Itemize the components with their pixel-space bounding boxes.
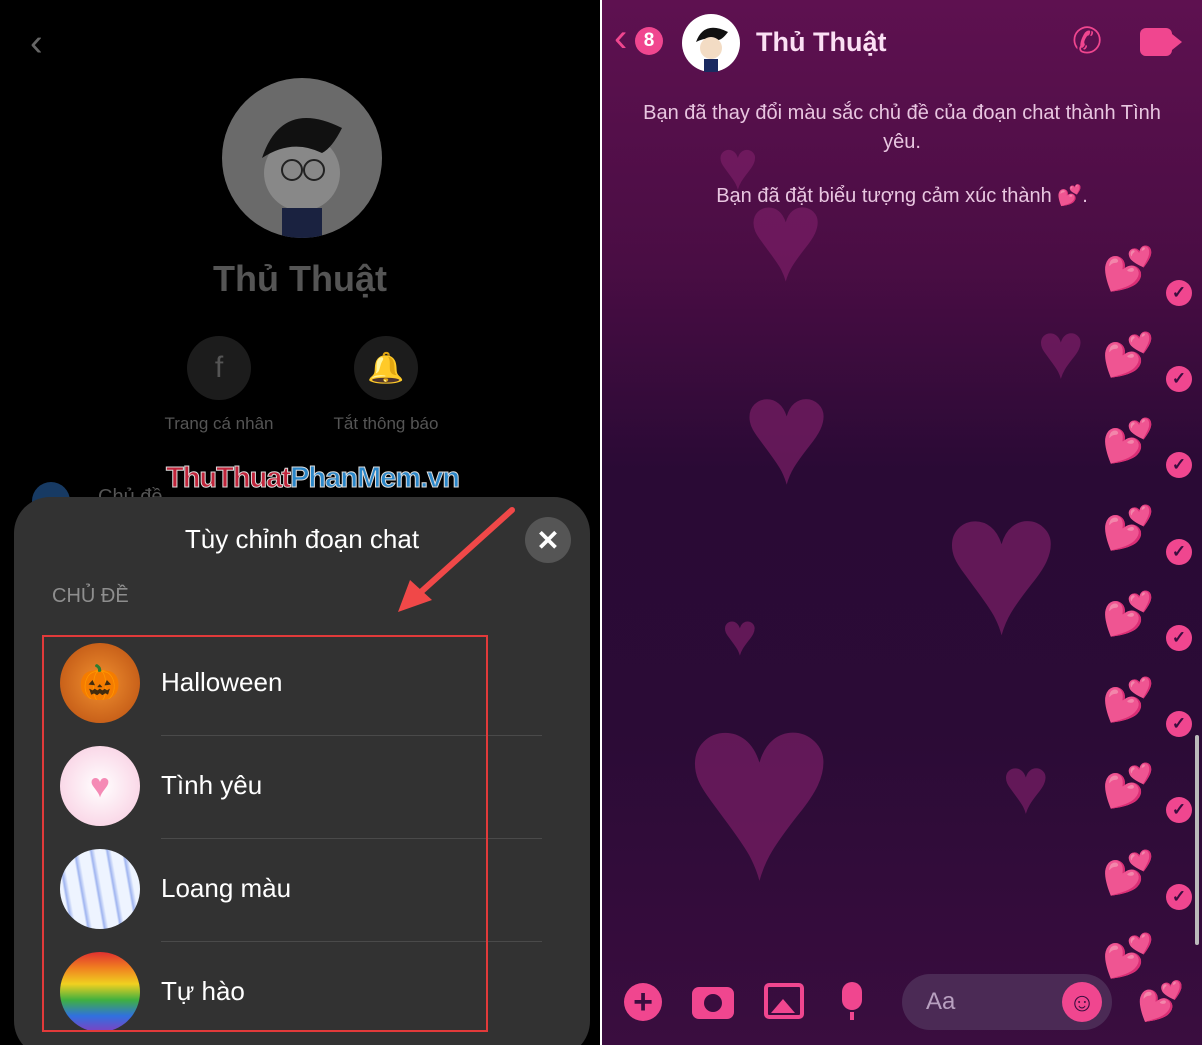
message-input[interactable]: Aa ☺ xyxy=(902,974,1112,1030)
read-check-icon: ✓ xyxy=(1166,625,1192,651)
chevron-left-icon[interactable]: ‹ xyxy=(30,22,43,65)
video-call-icon[interactable] xyxy=(1140,28,1182,56)
hearts-message[interactable]: 💕 xyxy=(1102,248,1154,290)
scrollbar[interactable] xyxy=(1195,735,1199,945)
bell-icon: 🔔 xyxy=(354,336,418,400)
hearts-message[interactable]: 💕 xyxy=(1102,852,1154,894)
facebook-icon: f xyxy=(187,336,251,400)
section-header: CHỦ ĐỀ xyxy=(52,585,129,607)
image-icon[interactable] xyxy=(764,983,804,1019)
mute-label: Tắt thông báo xyxy=(333,414,439,433)
camera-icon[interactable] xyxy=(692,987,734,1019)
annotation-arrow xyxy=(398,507,515,612)
unread-badge: 8 xyxy=(635,27,663,55)
phone-icon[interactable]: ✆ xyxy=(1072,20,1102,62)
hearts-message[interactable]: 💕 xyxy=(1102,420,1154,462)
read-check-icon: ✓ xyxy=(1166,366,1192,392)
read-check-icon: ✓ xyxy=(1166,452,1192,478)
contact-avatar[interactable] xyxy=(682,14,740,72)
hearts-message[interactable]: 💕 xyxy=(1102,679,1154,721)
microphone-icon[interactable] xyxy=(842,982,862,1020)
read-check-icon: ✓ xyxy=(1166,884,1192,910)
hearts-message[interactable]: 💕 xyxy=(1102,593,1154,635)
read-check-icon: ✓ xyxy=(1166,280,1192,306)
profile-button[interactable]: f Trang cá nhân xyxy=(159,336,279,434)
profile-panel: ‹ Thủ Thuật f Trang cá nhân 🔔 Tắt thông bá… xyxy=(0,0,600,1045)
plus-icon[interactable]: + xyxy=(624,983,662,1021)
hearts-message[interactable]: 💕 xyxy=(1102,507,1154,549)
annotation-highlight-box xyxy=(42,635,488,1032)
hearts-message[interactable]: 💕 xyxy=(1102,935,1154,977)
watermark-logo: ThuThuatPhanMem.vn xyxy=(165,462,460,495)
read-check-icon: ✓ xyxy=(1166,711,1192,737)
read-check-icon: ✓ xyxy=(1166,797,1192,823)
hearts-message[interactable]: 💕 xyxy=(1102,334,1154,376)
avatar xyxy=(222,78,382,238)
back-button[interactable]: ‹ xyxy=(614,18,627,58)
profile-label: Trang cá nhân xyxy=(164,414,274,433)
mute-button[interactable]: 🔔 Tắt thông báo xyxy=(326,336,446,434)
system-message: Bạn đã thay đổi màu sắc chủ đề của đoạn … xyxy=(643,102,1161,153)
close-icon[interactable]: ✕ xyxy=(525,517,571,563)
message-placeholder: Aa xyxy=(926,988,956,1015)
read-check-icon: ✓ xyxy=(1166,539,1192,565)
chat-panel: ♥ ♥ ♥ ♥ ♥ ♥ ♥ ♥ ‹ 8 Thủ Thuật ✆ Bạn đã t… xyxy=(602,0,1202,1045)
contact-name[interactable]: Thủ Thuật xyxy=(756,27,886,58)
send-hearts-button[interactable]: 💕 xyxy=(1137,980,1184,1024)
system-message: Bạn đã đặt biểu tượng cảm xúc thành 💕. xyxy=(716,185,1088,207)
profile-name: Thủ Thuật xyxy=(213,258,387,299)
emoji-icon[interactable]: ☺ xyxy=(1062,982,1102,1022)
hearts-message[interactable]: 💕 xyxy=(1102,765,1154,807)
